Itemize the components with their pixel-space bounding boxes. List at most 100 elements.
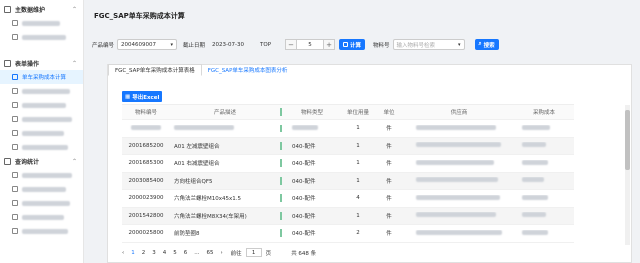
sidebar-group-label: 主数据维护 — [15, 6, 46, 14]
sidebar-item[interactable] — [0, 84, 83, 98]
table-row[interactable]: 2001542800 六角法兰螺栓M8X34(车架用) 040-配件 1 件 — [122, 207, 574, 225]
blurred-label — [22, 34, 66, 40]
tab-table[interactable]: FGC_SAP单车采购成本计算表格 — [108, 64, 202, 76]
cell-supplier — [404, 142, 514, 149]
sidebar-item[interactable] — [0, 224, 83, 238]
sidebar-item[interactable] — [0, 30, 83, 44]
blurred-label — [22, 214, 64, 220]
col-header[interactable]: 产品描述 — [170, 108, 280, 116]
cell-cost — [514, 177, 574, 184]
col-header[interactable]: 供应商 — [404, 108, 514, 116]
table-row[interactable]: 2001685200 A01 左减震壁组合 040-配件 1 件 — [122, 137, 574, 155]
prev-page-button[interactable]: ‹ — [122, 250, 124, 256]
top-value-input[interactable]: 5 — [297, 39, 324, 50]
table-header: 物料编号 产品描述 物料类型 单位用量 单位 供应商 采购成本 — [122, 105, 574, 120]
settings-icon — [12, 34, 18, 40]
page-suffix: 页 — [265, 250, 272, 257]
table-icon — [12, 172, 18, 178]
sidebar-group-label: 查询统计 — [15, 158, 40, 166]
col-header[interactable]: 物料类型 — [280, 108, 342, 116]
material-search-select[interactable]: 输入物料号检索 ▾ — [392, 39, 465, 50]
blurred-label — [22, 88, 70, 94]
next-page-button[interactable]: › — [220, 250, 222, 256]
top-increment-button[interactable]: + — [323, 39, 336, 50]
col-header[interactable]: 采购成本 — [514, 108, 574, 116]
page-title: FGC_SAP单车采购成本计算 — [94, 12, 185, 20]
calc-button[interactable]: 计算 — [339, 39, 366, 50]
sidebar-group-form-ops[interactable]: 表单操作 ⌃ — [0, 56, 83, 70]
sidebar-item[interactable] — [0, 16, 83, 30]
col-header[interactable]: 单位 — [374, 108, 404, 116]
edit-icon — [12, 116, 18, 122]
document-icon — [12, 88, 18, 94]
product-code-select[interactable]: 2004609007 ▾ — [117, 39, 178, 50]
deadline-value[interactable]: 2023-07-30 — [212, 42, 244, 48]
cell-supplier — [404, 212, 514, 219]
sidebar-group-query-stats[interactable]: 查询统计 ⌃ — [0, 154, 83, 168]
page-number[interactable]: 3 — [152, 250, 156, 256]
cell-type — [280, 124, 342, 132]
col-header[interactable]: 物料编号 — [122, 108, 170, 116]
export-excel-label: 导出Excel — [132, 94, 160, 101]
table-row[interactable]: 1 件 — [122, 120, 574, 138]
product-code-value: 2004609007 — [121, 41, 157, 48]
sidebar-item[interactable] — [0, 168, 83, 182]
search-button[interactable]: ⌕ 搜索 — [474, 39, 499, 50]
blurred-label — [22, 228, 68, 234]
page-number[interactable]: 65 — [206, 250, 213, 256]
scrollbar-thumb[interactable] — [625, 110, 630, 170]
cell-unit: 件 — [386, 126, 392, 133]
sidebar-group-master-data[interactable]: 主数据维护 ⌃ — [0, 2, 83, 16]
sidebar-item-label: 单车采购成本计算 — [22, 75, 67, 81]
blurred-label — [22, 172, 72, 178]
tab-chart-analysis[interactable]: FGC_SAP单车采购成本图表分析 — [202, 64, 294, 76]
sidebar-item[interactable] — [0, 210, 83, 224]
sidebar-item[interactable] — [0, 126, 83, 140]
cell-qty: 1 — [356, 160, 360, 167]
goto-label: 前往 — [230, 250, 242, 257]
cell-qty: 4 — [356, 195, 360, 202]
page-ellipsis[interactable]: ... — [194, 250, 199, 256]
cell-supplier — [404, 194, 514, 202]
sidebar-item[interactable] — [0, 112, 83, 126]
page-number[interactable]: 5 — [173, 250, 177, 256]
cell-desc: 六角法兰螺栓M10x45x1.5 — [174, 196, 241, 203]
goto-page-input[interactable]: 1 — [245, 248, 262, 257]
cell-code — [122, 124, 170, 132]
sidebar-item[interactable] — [0, 98, 83, 112]
sidebar-item[interactable] — [0, 182, 83, 196]
cell-desc: 方向柱组合QF5 — [174, 178, 213, 185]
cell-supplier — [404, 229, 514, 237]
chevron-down-icon: ▾ — [170, 42, 174, 48]
top-label: TOP — [260, 41, 272, 48]
table-row[interactable]: 2000025800 前防垫圈8 040-配件 2 件 — [122, 225, 574, 243]
blurred-label — [22, 130, 64, 136]
list-icon — [12, 130, 18, 136]
sidebar-item[interactable] — [0, 140, 83, 154]
cell-supplier — [404, 124, 514, 132]
blurred-label — [22, 20, 60, 26]
col-header[interactable]: 单位用量 — [342, 108, 374, 116]
table-row[interactable]: 2001685300 A01 右减震壁组合 040-配件 1 件 — [122, 155, 574, 173]
chevron-up-icon: ⌃ — [71, 5, 77, 13]
table-icon — [12, 186, 18, 192]
page-number[interactable]: 4 — [163, 250, 167, 256]
cell-type: 040-配件 — [280, 141, 342, 150]
export-excel-button[interactable]: ▦ 导出Excel — [122, 91, 163, 102]
page-number[interactable]: 6 — [184, 250, 188, 256]
top-decrement-button[interactable]: − — [285, 39, 298, 50]
page-number[interactable]: 2 — [142, 250, 146, 256]
cell-cost — [514, 142, 574, 149]
sidebar-item[interactable] — [0, 196, 83, 210]
table-row[interactable]: 2003085400 方向柱组合QF5 040-配件 1 件 — [122, 172, 574, 190]
table-row[interactable]: 2000023900 六角法兰螺栓M10x45x1.5 040-配件 4 件 — [122, 190, 574, 208]
cell-code: 2001685300 — [128, 160, 164, 167]
cell-code: 2001542800 — [128, 212, 164, 219]
sidebar-item-cost-calc[interactable]: 单车采购成本计算 — [0, 70, 83, 84]
chevron-up-icon: ⌃ — [71, 59, 77, 67]
vertical-scrollbar[interactable] — [625, 105, 630, 245]
cell-type: 040-配件 — [280, 229, 342, 238]
cell-unit: 件 — [386, 213, 392, 220]
page-number[interactable]: 1 — [131, 250, 135, 256]
search-button-label: 搜索 — [483, 42, 495, 49]
